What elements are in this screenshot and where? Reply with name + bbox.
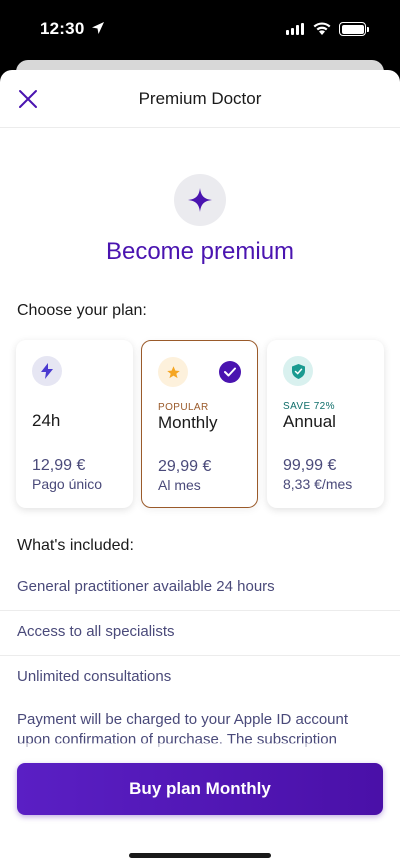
- page-title: Become premium: [105, 238, 295, 265]
- feature-text: Unlimited consultations: [17, 668, 172, 685]
- home-indicator: [129, 853, 271, 858]
- plan-card-annual[interactable]: SAVE 72% Annual 99,99 € 8,33 €/mes: [267, 340, 384, 508]
- choose-plan-label: Choose your plan:: [17, 302, 147, 319]
- plan-card-24h[interactable]: 24h 12,99 € Pago único: [16, 340, 133, 508]
- buy-plan-button[interactable]: Buy plan Monthly: [17, 763, 383, 815]
- plan-price: 29,99 €: [158, 458, 212, 475]
- plan-price-note: 8,33 €/mes: [283, 476, 353, 492]
- selected-check-icon: [219, 361, 241, 383]
- status-time: 12:30: [40, 19, 85, 38]
- plan-price-note: Pago único: [32, 476, 103, 492]
- plan-name: Monthly: [158, 413, 218, 432]
- feature-item: Unlimited consultations: [0, 656, 400, 701]
- plan-card-monthly[interactable]: POPULAR Monthly 29,99 € Al mes: [141, 340, 258, 508]
- feature-item: Access to all specialists: [0, 611, 400, 656]
- plan-price-note: Al mes: [158, 477, 201, 493]
- nav-title: Premium Doctor: [138, 89, 262, 108]
- plan-icon-badge: [283, 356, 313, 386]
- premium-sheet: Premium Doctor Become premium Choose you…: [0, 70, 400, 867]
- sparkle-badge: [174, 174, 226, 226]
- plan-name: 24h: [32, 411, 61, 430]
- plan-price: 99,99 €: [283, 457, 337, 474]
- whats-included-label: What's included:: [17, 537, 134, 554]
- nav-bar: Premium Doctor: [0, 70, 400, 128]
- sparkle-icon: [188, 188, 212, 212]
- plan-price: 12,99 €: [32, 457, 86, 474]
- cellular-signal-icon: [286, 23, 304, 35]
- plan-badge: POPULAR: [158, 402, 209, 413]
- feature-text: Access to all specialists: [17, 623, 175, 640]
- star-icon: [166, 365, 180, 378]
- location-arrow-icon: [92, 22, 104, 34]
- status-bar: 12:30: [0, 0, 400, 60]
- battery-icon: [339, 22, 369, 36]
- plan-icon-badge: [32, 356, 62, 386]
- bottom-action-bar: Buy plan Monthly: [0, 743, 400, 867]
- feature-item: General practitioner available 24 hours: [0, 566, 400, 611]
- feature-text: General practitioner available 24 hours: [17, 578, 275, 595]
- plan-icon-badge: [158, 357, 188, 387]
- plan-badge: SAVE 72%: [283, 401, 335, 412]
- wifi-icon: [313, 22, 331, 35]
- plan-name: Annual: [283, 412, 336, 431]
- lightning-icon: [41, 363, 53, 379]
- shield-check-icon: [291, 363, 305, 379]
